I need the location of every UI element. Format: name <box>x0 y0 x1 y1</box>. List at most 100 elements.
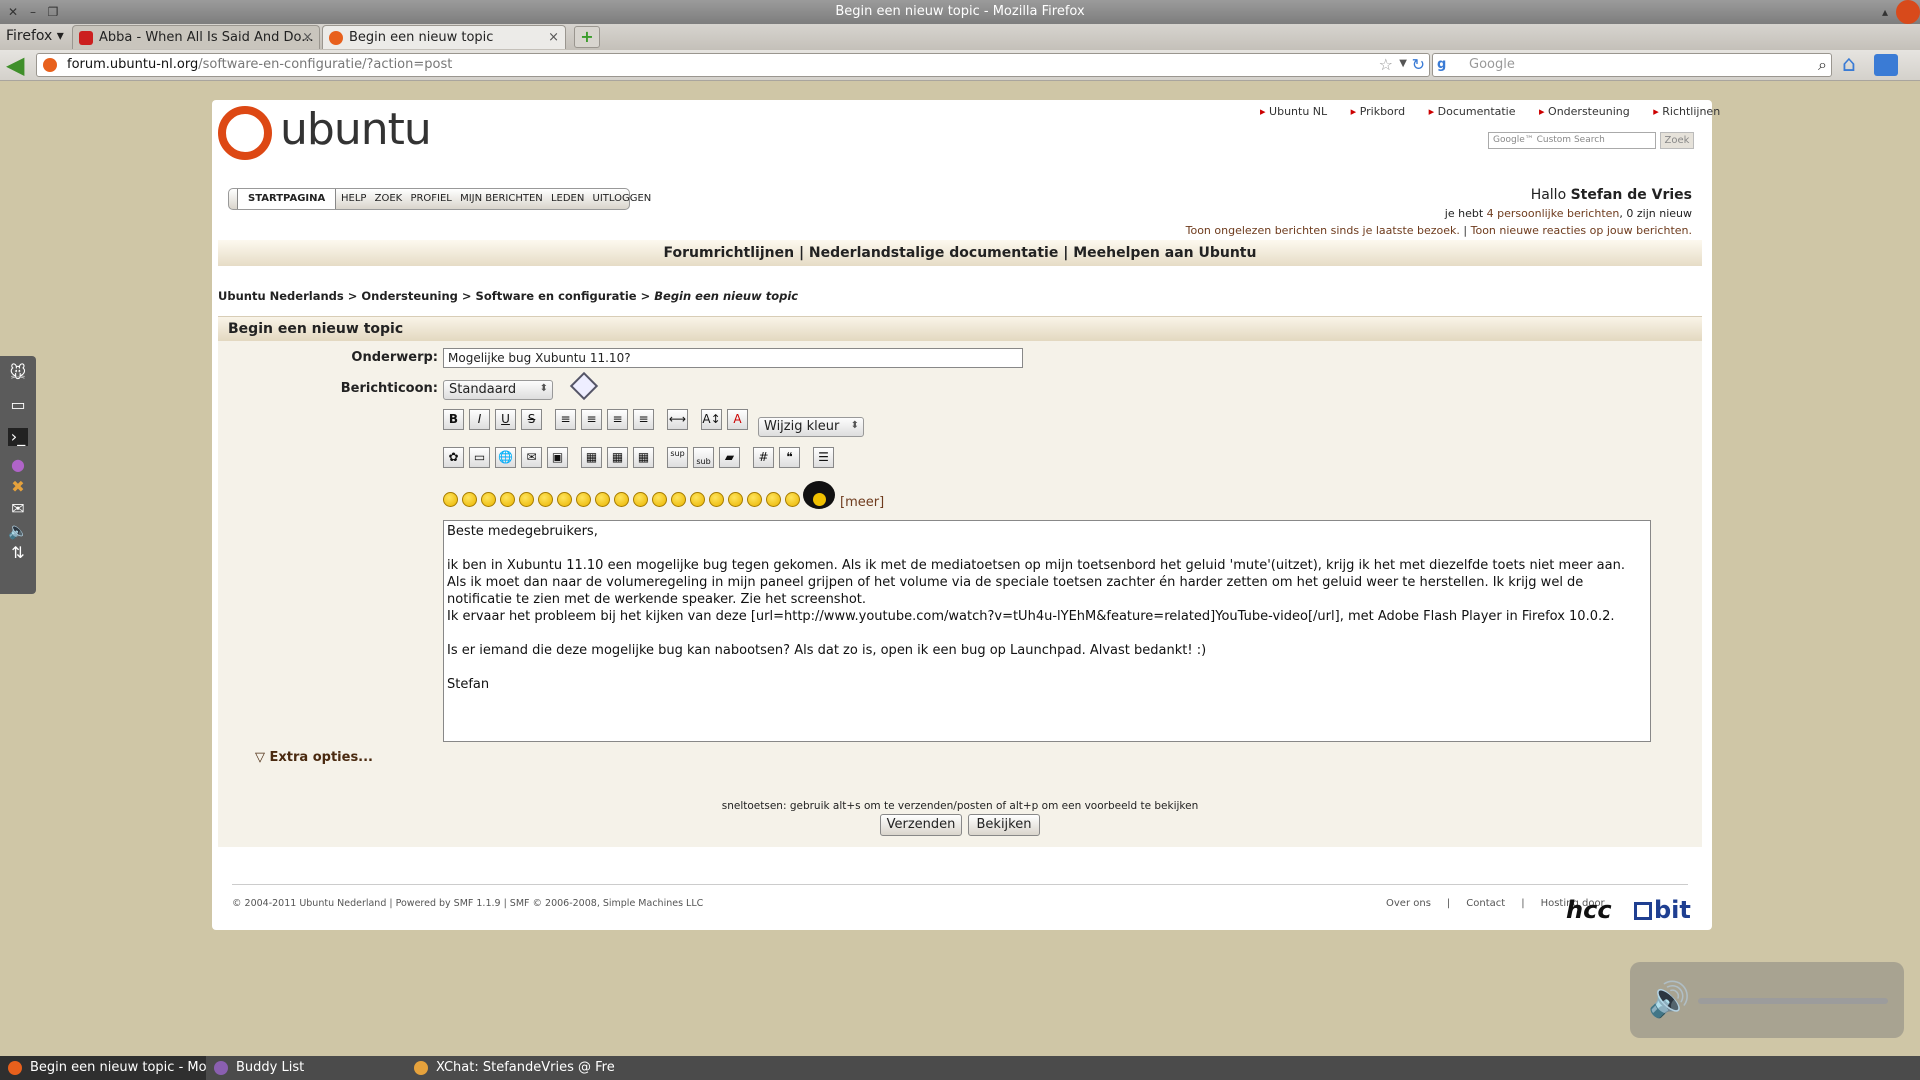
guidelines-bar[interactable]: Forumrichtlijnen | Nederlandstalige docu… <box>218 240 1702 266</box>
pm-link[interactable]: 4 persoonlijke berichten <box>1487 207 1620 220</box>
xchat-icon[interactable]: ✖ <box>8 478 28 496</box>
menu-startpagina[interactable]: STARTPAGINA <box>237 189 337 209</box>
maximize-icon[interactable]: ▴ <box>1876 3 1894 21</box>
unread-posts-link[interactable]: Toon ongelezen berichten sinds je laatst… <box>1186 224 1460 237</box>
search-icon[interactable]: ⌕ <box>1818 55 1827 75</box>
afro-smiley-icon[interactable] <box>803 481 835 509</box>
menu-uitloggen[interactable]: UITLOGGEN <box>593 193 652 204</box>
smiley-icon[interactable] <box>595 492 610 507</box>
new-replies-link[interactable]: Toon nieuwe reacties op jouw berichten. <box>1471 224 1692 237</box>
firefox-menu-button[interactable]: Firefox ▾ <box>6 28 64 44</box>
zoek-button[interactable]: Zoek <box>1660 132 1694 149</box>
menu-leden[interactable]: LEDEN <box>551 193 584 204</box>
table-button[interactable]: ▦ <box>581 447 602 468</box>
taskbar-item-buddy-list[interactable]: Buddy List <box>206 1056 406 1080</box>
menu-profiel[interactable]: PROFIEL <box>410 193 451 204</box>
message-icon-select[interactable]: Standaard <box>443 380 553 400</box>
smiley-icon[interactable] <box>500 492 515 507</box>
footer-link-contact[interactable]: Contact <box>1466 898 1505 909</box>
more-smileys-link[interactable]: [meer] <box>840 495 884 510</box>
reload-icon[interactable]: ↻ <box>1412 55 1425 74</box>
align-center-button[interactable]: ≡ <box>607 409 628 430</box>
tab-begin-een-nieuw-topic[interactable]: Begin een nieuw topic × <box>322 25 566 49</box>
url-bar[interactable]: forum.ubuntu-nl.org/software-en-configur… <box>36 53 1430 77</box>
smiley-icon[interactable] <box>652 492 667 507</box>
preformatted-button[interactable]: ≡ <box>555 409 576 430</box>
browser-search-bar[interactable]: g Google ⌕ <box>1432 53 1832 77</box>
terminal-icon[interactable]: ›_ <box>8 428 28 446</box>
smiley-icon[interactable] <box>557 492 572 507</box>
smiley-icon[interactable] <box>519 492 534 507</box>
google-icon[interactable]: g <box>1437 57 1453 73</box>
horizontal-rule-button[interactable]: ⟷ <box>667 409 688 430</box>
top-link-ondersteuning[interactable]: Ondersteuning <box>1539 105 1630 118</box>
underline-button[interactable]: U <box>495 409 516 430</box>
table-column-button[interactable]: ▦ <box>633 447 654 468</box>
tab-youtube[interactable]: Abba - When All Is Said And Do... × <box>72 25 320 49</box>
smiley-icon[interactable] <box>728 492 743 507</box>
home-icon[interactable]: ⌂ <box>1842 54 1866 76</box>
bold-button[interactable]: B <box>443 409 464 430</box>
italic-button[interactable]: I <box>469 409 490 430</box>
font-size-button[interactable]: A↕ <box>701 409 722 430</box>
quote-button[interactable]: ❝ <box>779 447 800 468</box>
subscript-button[interactable]: sub <box>693 447 714 468</box>
footer-link-over-ons[interactable]: Over ons <box>1386 898 1431 909</box>
superscript-button[interactable]: sup <box>667 447 688 468</box>
smiley-icon[interactable] <box>443 492 458 507</box>
smiley-icon[interactable] <box>690 492 705 507</box>
list-button[interactable]: ☰ <box>813 447 834 468</box>
color-select[interactable]: Wijzig kleur <box>758 417 864 437</box>
extension-icon[interactable] <box>1874 54 1898 76</box>
ubuntu-logo-text[interactable]: ubuntu <box>280 104 432 155</box>
smiley-icon[interactable] <box>766 492 781 507</box>
new-tab-button[interactable]: + <box>574 26 600 48</box>
custom-search-input[interactable]: Google™ Custom Search <box>1488 132 1656 149</box>
menu-help[interactable]: HELP <box>341 193 366 204</box>
top-link-documentatie[interactable]: Documentatie <box>1429 105 1516 118</box>
smiley-icon[interactable] <box>709 492 724 507</box>
volume-muted-icon[interactable]: 🔈 <box>8 522 28 540</box>
menu-zoek[interactable]: ZOEK <box>375 193 403 204</box>
top-link-richtlijnen[interactable]: Richtlijnen <box>1653 105 1720 118</box>
top-link-prikbord[interactable]: Prikbord <box>1351 105 1405 118</box>
transfer-icon[interactable]: ⇅ <box>8 544 28 562</box>
subject-input[interactable]: Mogelijke bug Xubuntu 11.10? <box>443 348 1023 368</box>
email-button[interactable]: ✉ <box>521 447 542 468</box>
smiley-icon[interactable] <box>481 492 496 507</box>
mail-icon[interactable]: ✉ <box>8 500 28 518</box>
top-link-ubuntu-nl[interactable]: Ubuntu NL <box>1260 105 1327 118</box>
desktop-icon[interactable]: ▭ <box>8 396 28 414</box>
align-right-button[interactable]: ≡ <box>633 409 654 430</box>
code-button[interactable]: # <box>753 447 774 468</box>
align-left-button[interactable]: ≡ <box>581 409 602 430</box>
table-row-button[interactable]: ▦ <box>607 447 628 468</box>
message-textarea[interactable]: Beste medegebruikers, ik ben in Xubuntu … <box>443 520 1651 742</box>
smiley-icon[interactable] <box>576 492 591 507</box>
strikethrough-button[interactable]: S <box>521 409 542 430</box>
menu-mijn-berichten[interactable]: MIJN BERICHTEN <box>460 193 543 204</box>
smiley-icon[interactable] <box>462 492 477 507</box>
smiley-icon[interactable] <box>671 492 686 507</box>
breadcrumb-path[interactable]: Ubuntu Nederlands > Ondersteuning > Soft… <box>218 289 654 303</box>
smiley-icon[interactable] <box>747 492 762 507</box>
smiley-icon[interactable] <box>614 492 629 507</box>
pidgin-icon[interactable]: ● <box>8 456 28 474</box>
smiley-icon[interactable] <box>633 492 648 507</box>
verzenden-button[interactable]: Verzenden <box>880 814 962 836</box>
close-tab-icon[interactable]: × <box>548 26 559 49</box>
ftp-button[interactable]: ▣ <box>547 447 568 468</box>
hyperlink-button[interactable]: 🌐 <box>495 447 516 468</box>
taskbar-item-xchat[interactable]: XChat: StefandeVries @ Fre... <box>406 1056 616 1080</box>
hcc-logo[interactable]: hcc <box>1566 896 1612 924</box>
image-button[interactable]: ▭ <box>469 447 490 468</box>
back-arrow-icon[interactable]: ◀ <box>6 53 32 77</box>
taskbar-item-firefox[interactable]: Begin een nieuw topic - Mo... <box>0 1056 206 1080</box>
bit-logo[interactable]: bit <box>1634 896 1691 924</box>
font-color-button[interactable]: A <box>727 409 748 430</box>
history-dropdown-icon[interactable]: ▼ <box>1399 58 1407 69</box>
smiley-icon[interactable] <box>785 492 800 507</box>
smiley-icon[interactable] <box>538 492 553 507</box>
xfce-mouse-icon[interactable]: 🐭 <box>8 364 28 382</box>
extra-options-toggle[interactable]: Extra opties... <box>255 750 373 765</box>
